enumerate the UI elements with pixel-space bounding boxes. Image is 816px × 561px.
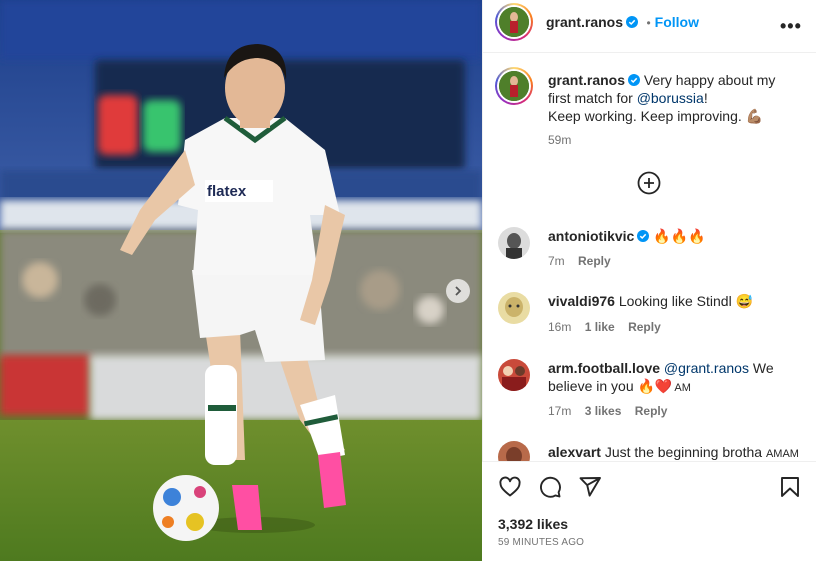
comment-time: 16m [548,320,572,334]
comment-meta: 17m 3 likes Reply [548,404,667,418]
verified-badge-icon [637,230,650,242]
caption-text-2: first match for [548,90,637,106]
comment-text: Just the beginning brotha [604,444,763,460]
caption: grant.ranos Very happy about my first ma… [548,71,798,125]
reply-button[interactable]: Reply [635,404,668,418]
comment-meta: 16m 1 like Reply [548,320,661,334]
share-icon[interactable] [578,475,602,499]
comment-meta: 7m Reply [548,254,611,268]
author-avatar[interactable] [495,3,533,41]
verified-badge-icon [628,74,641,86]
caption-author-avatar[interactable] [495,67,533,105]
comment-likes[interactable]: 3 likes [585,404,622,418]
comment-likes[interactable]: 1 like [585,320,615,334]
comment-username[interactable]: antoniotikvic [548,228,634,244]
header-username[interactable]: grant.ranos [546,14,623,30]
comment-row: arm.football.love @grant.ranos We believ… [548,359,798,397]
comment-avatar[interactable] [498,292,530,324]
comment-username[interactable]: alexvart [548,444,601,460]
comment-row: alexvart Just the beginning brotha AMAM [548,443,799,463]
comment-icon[interactable] [538,475,562,499]
comment-text: Looking like Stindl 😅 [618,293,753,309]
comment-avatar[interactable] [498,227,530,259]
plus-circle-icon[interactable] [637,171,661,195]
chevron-right-icon [455,286,462,296]
caption-time: 59m [548,133,572,147]
comment-text: 🔥🔥🔥 [653,228,706,244]
comment-row: antoniotikvic 🔥🔥🔥 [548,227,706,245]
header-dot-separator: • [646,16,651,30]
heart-icon[interactable] [498,475,522,499]
caption-text-3: ! [703,90,708,106]
more-options-button[interactable]: ••• [780,16,802,37]
reply-button[interactable]: Reply [628,320,661,334]
post-media[interactable]: flatex [0,0,482,561]
reply-button[interactable]: Reply [578,254,611,268]
comment-row: vivaldi976 Looking like Stindl 😅 [548,292,753,310]
caption-text-4: Keep working. Keep improving. 💪🏽 [548,108,764,124]
comment-suffix: AM [674,382,691,394]
next-image-button[interactable] [446,279,470,303]
caption-username[interactable]: grant.ranos [548,72,625,88]
comment-username[interactable]: vivaldi976 [548,293,615,309]
verified-badge-icon [626,16,639,28]
comment-avatar[interactable] [498,359,530,391]
comment-text-2: believe in you 🔥❤️ [548,378,673,394]
post-photo: flatex [0,0,482,561]
likes-count[interactable]: 3,392 likes [498,516,568,532]
comment-suffix: AMAM [765,448,799,460]
comment-time: 7m [548,254,565,268]
comment-username[interactable]: arm.football.love [548,360,660,376]
caption-mention-link[interactable]: @borussia [637,90,704,106]
header-user: grant.ranos • Follow [546,14,699,32]
post-timestamp: 59 MINUTES AGO [498,537,585,548]
caption-text-1: Very happy about my [643,72,776,88]
follow-button[interactable]: Follow [655,14,699,30]
jersey-sponsor-text: flatex [207,183,247,200]
comment-mention-link[interactable]: @grant.ranos [664,360,749,376]
bookmark-icon[interactable] [778,475,802,499]
comment-text-1: We [748,360,774,376]
comment-time: 17m [548,404,572,418]
